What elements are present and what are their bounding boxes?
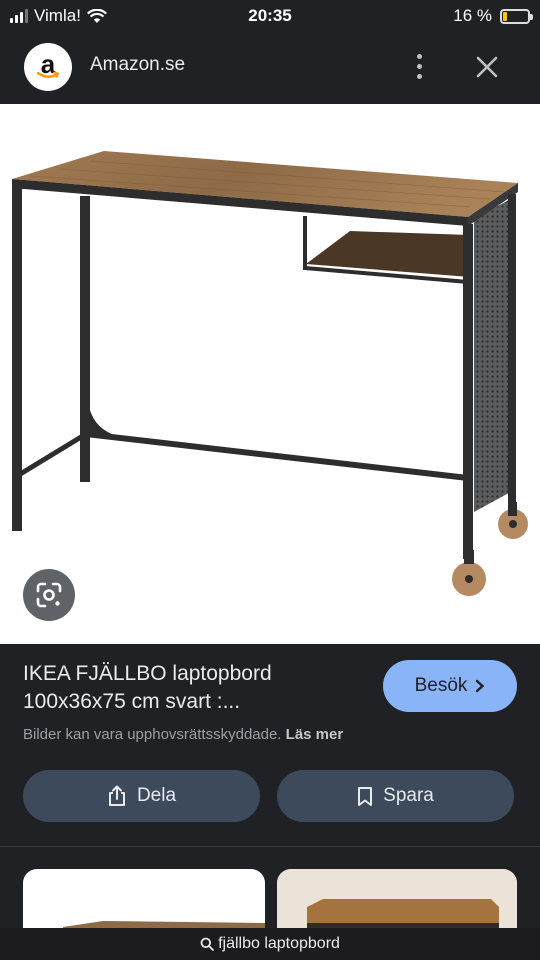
laptop-table-illustration	[12, 151, 528, 596]
related-image-thumbnail[interactable]	[23, 869, 265, 931]
amazon-smile-icon	[36, 71, 60, 78]
close-icon[interactable]	[470, 50, 504, 84]
bookmark-icon	[358, 786, 373, 806]
search-icon	[200, 937, 214, 951]
related-table-illustration	[63, 921, 265, 931]
bottom-search-bar[interactable]: fjällbo laptopbord	[0, 928, 540, 960]
visit-button[interactable]: Besök	[383, 660, 517, 712]
related-table-illustration	[277, 869, 517, 931]
battery-fill	[503, 11, 507, 21]
status-bar: Vimla! 20:35 16 %	[0, 0, 540, 32]
share-label: Dela	[136, 785, 177, 806]
share-icon	[108, 785, 125, 806]
google-lens-icon	[36, 582, 62, 608]
result-title[interactable]: IKEA FJÄLLBO laptopbord 100x36x75 cm sva…	[23, 660, 368, 716]
battery-percent: 16 %	[453, 6, 492, 25]
status-right: 16 %	[453, 6, 533, 26]
product-image[interactable]	[0, 104, 540, 644]
visit-label: Besök	[414, 675, 468, 696]
share-button[interactable]: Dela	[23, 770, 260, 822]
google-lens-button[interactable]	[23, 569, 75, 621]
source-header: a Amazon.se	[0, 32, 540, 104]
related-image-thumbnail[interactable]	[277, 869, 517, 931]
battery-icon	[500, 8, 533, 24]
section-divider	[0, 846, 540, 847]
chevron-right-icon	[476, 679, 485, 693]
save-button[interactable]: Spara	[277, 770, 514, 822]
site-name[interactable]: Amazon.se	[90, 54, 185, 76]
read-more-link[interactable]: Läs mer	[286, 726, 344, 743]
copyright-text: Bilder kan vara upphovsrättsskyddade.	[23, 726, 282, 743]
copyright-notice: Bilder kan vara upphovsrättsskyddade. Lä…	[23, 726, 343, 743]
more-vertical-icon[interactable]	[404, 50, 434, 82]
search-query: fjällbo laptopbord	[218, 935, 340, 952]
save-label: Spara	[383, 785, 434, 806]
amazon-logo[interactable]: a	[24, 43, 72, 91]
